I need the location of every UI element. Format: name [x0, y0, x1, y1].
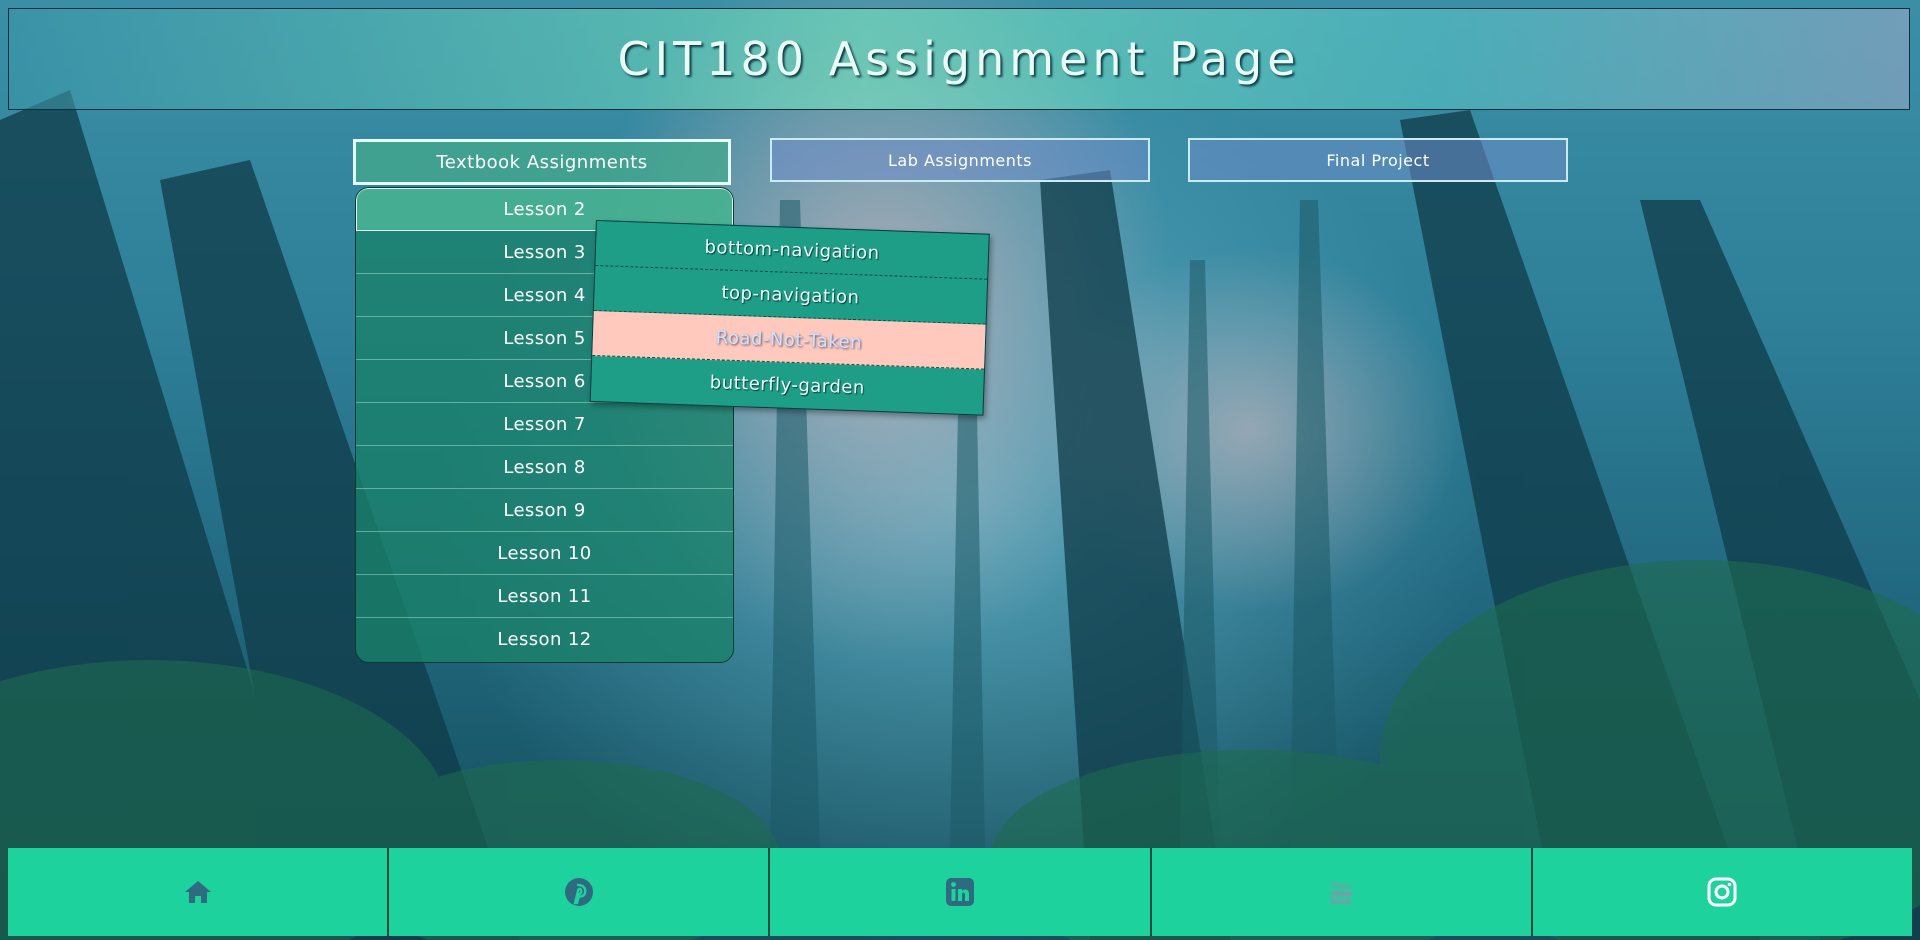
nav-final-project[interactable]: Final Project	[1188, 138, 1568, 182]
footer-instagram-link[interactable]	[1533, 848, 1912, 936]
nav-textbook-assignments[interactable]: Textbook Assignments	[353, 139, 731, 185]
linkedin-icon	[946, 878, 974, 906]
svg-text:Tube: Tube	[1329, 894, 1353, 904]
svg-text:You: You	[1330, 881, 1351, 892]
footer-pinterest-link[interactable]	[389, 848, 771, 936]
footer-youtube-link[interactable]: You Tube	[1152, 848, 1533, 936]
youtube-icon: You Tube	[1329, 881, 1353, 904]
page-header: CIT180 Assignment Page	[8, 8, 1910, 110]
page-title: CIT180 Assignment Page	[617, 32, 1301, 86]
pinterest-icon	[564, 878, 593, 906]
lesson-item-10[interactable]: Lesson 10	[356, 532, 733, 575]
lesson-item-11[interactable]: Lesson 11	[356, 575, 733, 618]
nav-lab-assignments[interactable]: Lab Assignments	[770, 138, 1150, 182]
lesson-item-7[interactable]: Lesson 7	[356, 403, 733, 446]
footer-home-link[interactable]	[8, 848, 390, 936]
footer-linkedin-link[interactable]	[770, 848, 1152, 936]
home-icon	[184, 881, 211, 903]
lesson-item-12[interactable]: Lesson 12	[356, 618, 733, 661]
lesson-item-8[interactable]: Lesson 8	[356, 446, 733, 489]
instagram-icon	[1707, 877, 1737, 907]
footer-social-bar: You Tube	[8, 848, 1912, 936]
lesson-submenu: bottom-navigation top-navigation Road-No…	[589, 220, 990, 416]
lesson-item-9[interactable]: Lesson 9	[356, 489, 733, 532]
